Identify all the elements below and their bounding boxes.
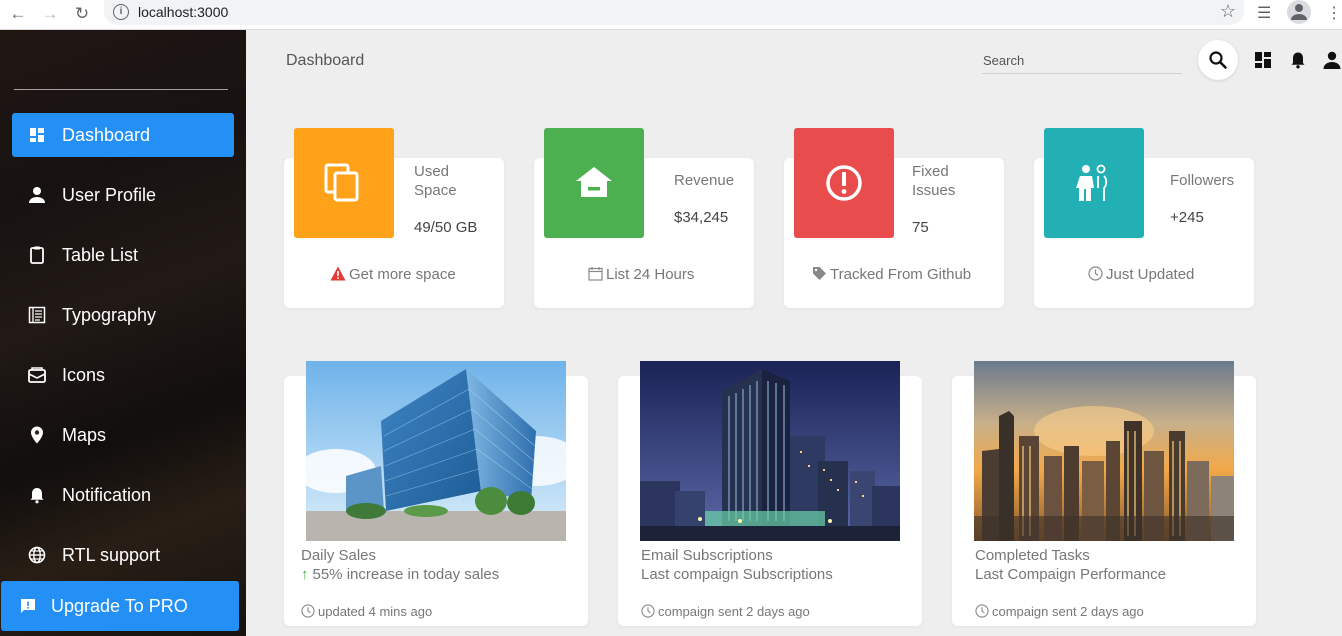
clock-icon <box>1088 266 1103 281</box>
store-icon <box>576 167 612 197</box>
card-subtitle-text: 55% increase in today sales <box>312 566 500 583</box>
notifications-bell-icon[interactable] <box>1288 50 1308 70</box>
media-queue-icon[interactable]: ☰ <box>1257 3 1271 23</box>
document-icon <box>28 306 46 324</box>
stat-value: 49/50 GB <box>414 219 478 236</box>
stat-footer: Just Updated <box>1088 266 1194 283</box>
card-subtitle: Last compaign Subscriptions <box>641 566 833 583</box>
clock-icon <box>975 604 989 618</box>
sidebar: Dashboard User Profile Table List Typogr… <box>0 30 246 636</box>
card-subtitle: Last Compaign Performance <box>975 566 1166 583</box>
sidebar-item-notification[interactable]: Notification <box>12 473 234 517</box>
account-person-icon[interactable] <box>1322 50 1342 70</box>
sidebar-item-maps[interactable]: Maps <box>12 413 234 457</box>
dashboard-icon <box>30 128 44 142</box>
sidebar-item-label: Maps <box>62 425 107 445</box>
card-footer: compaign sent 2 days ago <box>641 604 810 619</box>
night-skyscraper-image <box>640 361 900 541</box>
upgrade-to-pro-button[interactable]: Upgrade To PRO <box>1 581 239 631</box>
browser-menu-icon[interactable]: ⋮ <box>1326 3 1342 23</box>
sidebar-item-rtl-support[interactable]: RTL support <box>12 533 234 577</box>
clipboard-icon <box>30 246 44 264</box>
stat-title: Followers <box>1170 172 1235 189</box>
card-footer: updated 4 mins ago <box>301 604 432 619</box>
reload-icon[interactable]: ↻ <box>70 2 94 26</box>
site-info-icon[interactable]: i <box>113 4 129 20</box>
sidebar-item-dashboard[interactable]: Dashboard <box>12 113 234 157</box>
sidebar-item-label: User Profile <box>62 185 157 205</box>
sidebar-item-label: Icons <box>62 365 106 385</box>
stat-value: 75 <box>912 219 929 236</box>
stat-value: $34,245 <box>674 209 729 226</box>
search-input[interactable] <box>982 48 1182 72</box>
card-footer: compaign sent 2 days ago <box>975 604 1144 619</box>
bell-icon <box>30 488 44 504</box>
search-button[interactable] <box>1198 40 1238 80</box>
stat-footer-text: Tracked From Github <box>830 266 972 283</box>
card-footer-text: updated 4 mins ago <box>318 604 433 619</box>
sidebar-item-label: Dashboard <box>62 125 151 145</box>
card-footer-text: compaign sent 2 days ago <box>992 604 1144 619</box>
office-building-image <box>306 361 566 541</box>
upgrade-label: Upgrade To PRO <box>51 596 188 616</box>
search-icon <box>1209 51 1227 69</box>
warning-icon <box>330 266 346 281</box>
stat-title: Fixed Issues <box>912 163 956 199</box>
stat-title: Used Space <box>414 163 457 199</box>
stat-value: +245 <box>1170 209 1204 226</box>
stat-footer: Get more space <box>330 266 456 283</box>
sidebar-item-label: Typography <box>62 305 157 325</box>
sidebar-item-label: RTL support <box>62 545 161 565</box>
stat-icon-box <box>544 128 644 238</box>
location-icon <box>31 426 43 444</box>
accessibility-icon <box>1076 164 1108 201</box>
clock-icon <box>301 604 315 618</box>
url-text[interactable]: localhost:3000 <box>138 4 228 20</box>
stat-footer: List 24 Hours <box>588 266 694 283</box>
card-title: Email Subscriptions <box>641 547 773 564</box>
city-sunset-image <box>974 361 1234 541</box>
dashboard-icon[interactable] <box>1253 50 1273 70</box>
sidebar-item-label: Notification <box>62 485 152 505</box>
stat-title: Revenue <box>674 172 735 189</box>
page-title[interactable]: Dashboard <box>286 52 364 70</box>
person-icon <box>29 187 45 203</box>
card-title: Completed Tasks <box>975 547 1090 564</box>
sidebar-item-user-profile[interactable]: User Profile <box>12 173 234 217</box>
language-icon <box>28 546 46 564</box>
content-copy-icon <box>324 163 359 202</box>
stat-icon-box <box>1044 128 1144 238</box>
sidebar-item-typography[interactable]: Typography <box>12 293 234 337</box>
forward-arrow-icon[interactable]: → <box>38 2 62 26</box>
card-title: Daily Sales <box>301 547 377 564</box>
stat-footer-link[interactable]: Get more space <box>349 266 456 283</box>
stat-icon-box <box>294 128 394 238</box>
search-field[interactable] <box>982 48 1182 74</box>
sidebar-divider <box>14 89 228 90</box>
clock-icon <box>641 604 655 618</box>
calendar-icon <box>588 267 603 281</box>
stat-icon-box <box>794 128 894 238</box>
back-arrow-icon[interactable]: ← <box>6 2 30 26</box>
sidebar-item-label: Table List <box>62 245 139 265</box>
browser-toolbar: ← → ↻ i localhost:3000 ☆ ☰ ⋮ <box>0 0 1342 30</box>
card-subtitle: ↑ 55% increase in today sales <box>301 566 499 583</box>
address-bar[interactable]: i localhost:3000 ☆ <box>104 0 1244 25</box>
stat-footer-text: Just Updated <box>1106 266 1195 283</box>
stat-footer: Tracked From Github <box>812 266 971 283</box>
bookmark-star-icon[interactable]: ☆ <box>1220 1 1236 22</box>
announcement-icon <box>21 599 35 613</box>
stat-footer-text: List 24 Hours <box>606 266 695 283</box>
card-footer-text: compaign sent 2 days ago <box>658 604 810 619</box>
tag-icon <box>813 267 826 280</box>
arrow-up-icon: ↑ <box>301 566 309 583</box>
browser-profile-icon[interactable] <box>1287 0 1311 24</box>
bubble-icon <box>28 367 46 383</box>
info-outline-icon <box>826 165 862 201</box>
sidebar-item-icons[interactable]: Icons <box>12 353 234 397</box>
sidebar-item-table-list[interactable]: Table List <box>12 233 234 277</box>
